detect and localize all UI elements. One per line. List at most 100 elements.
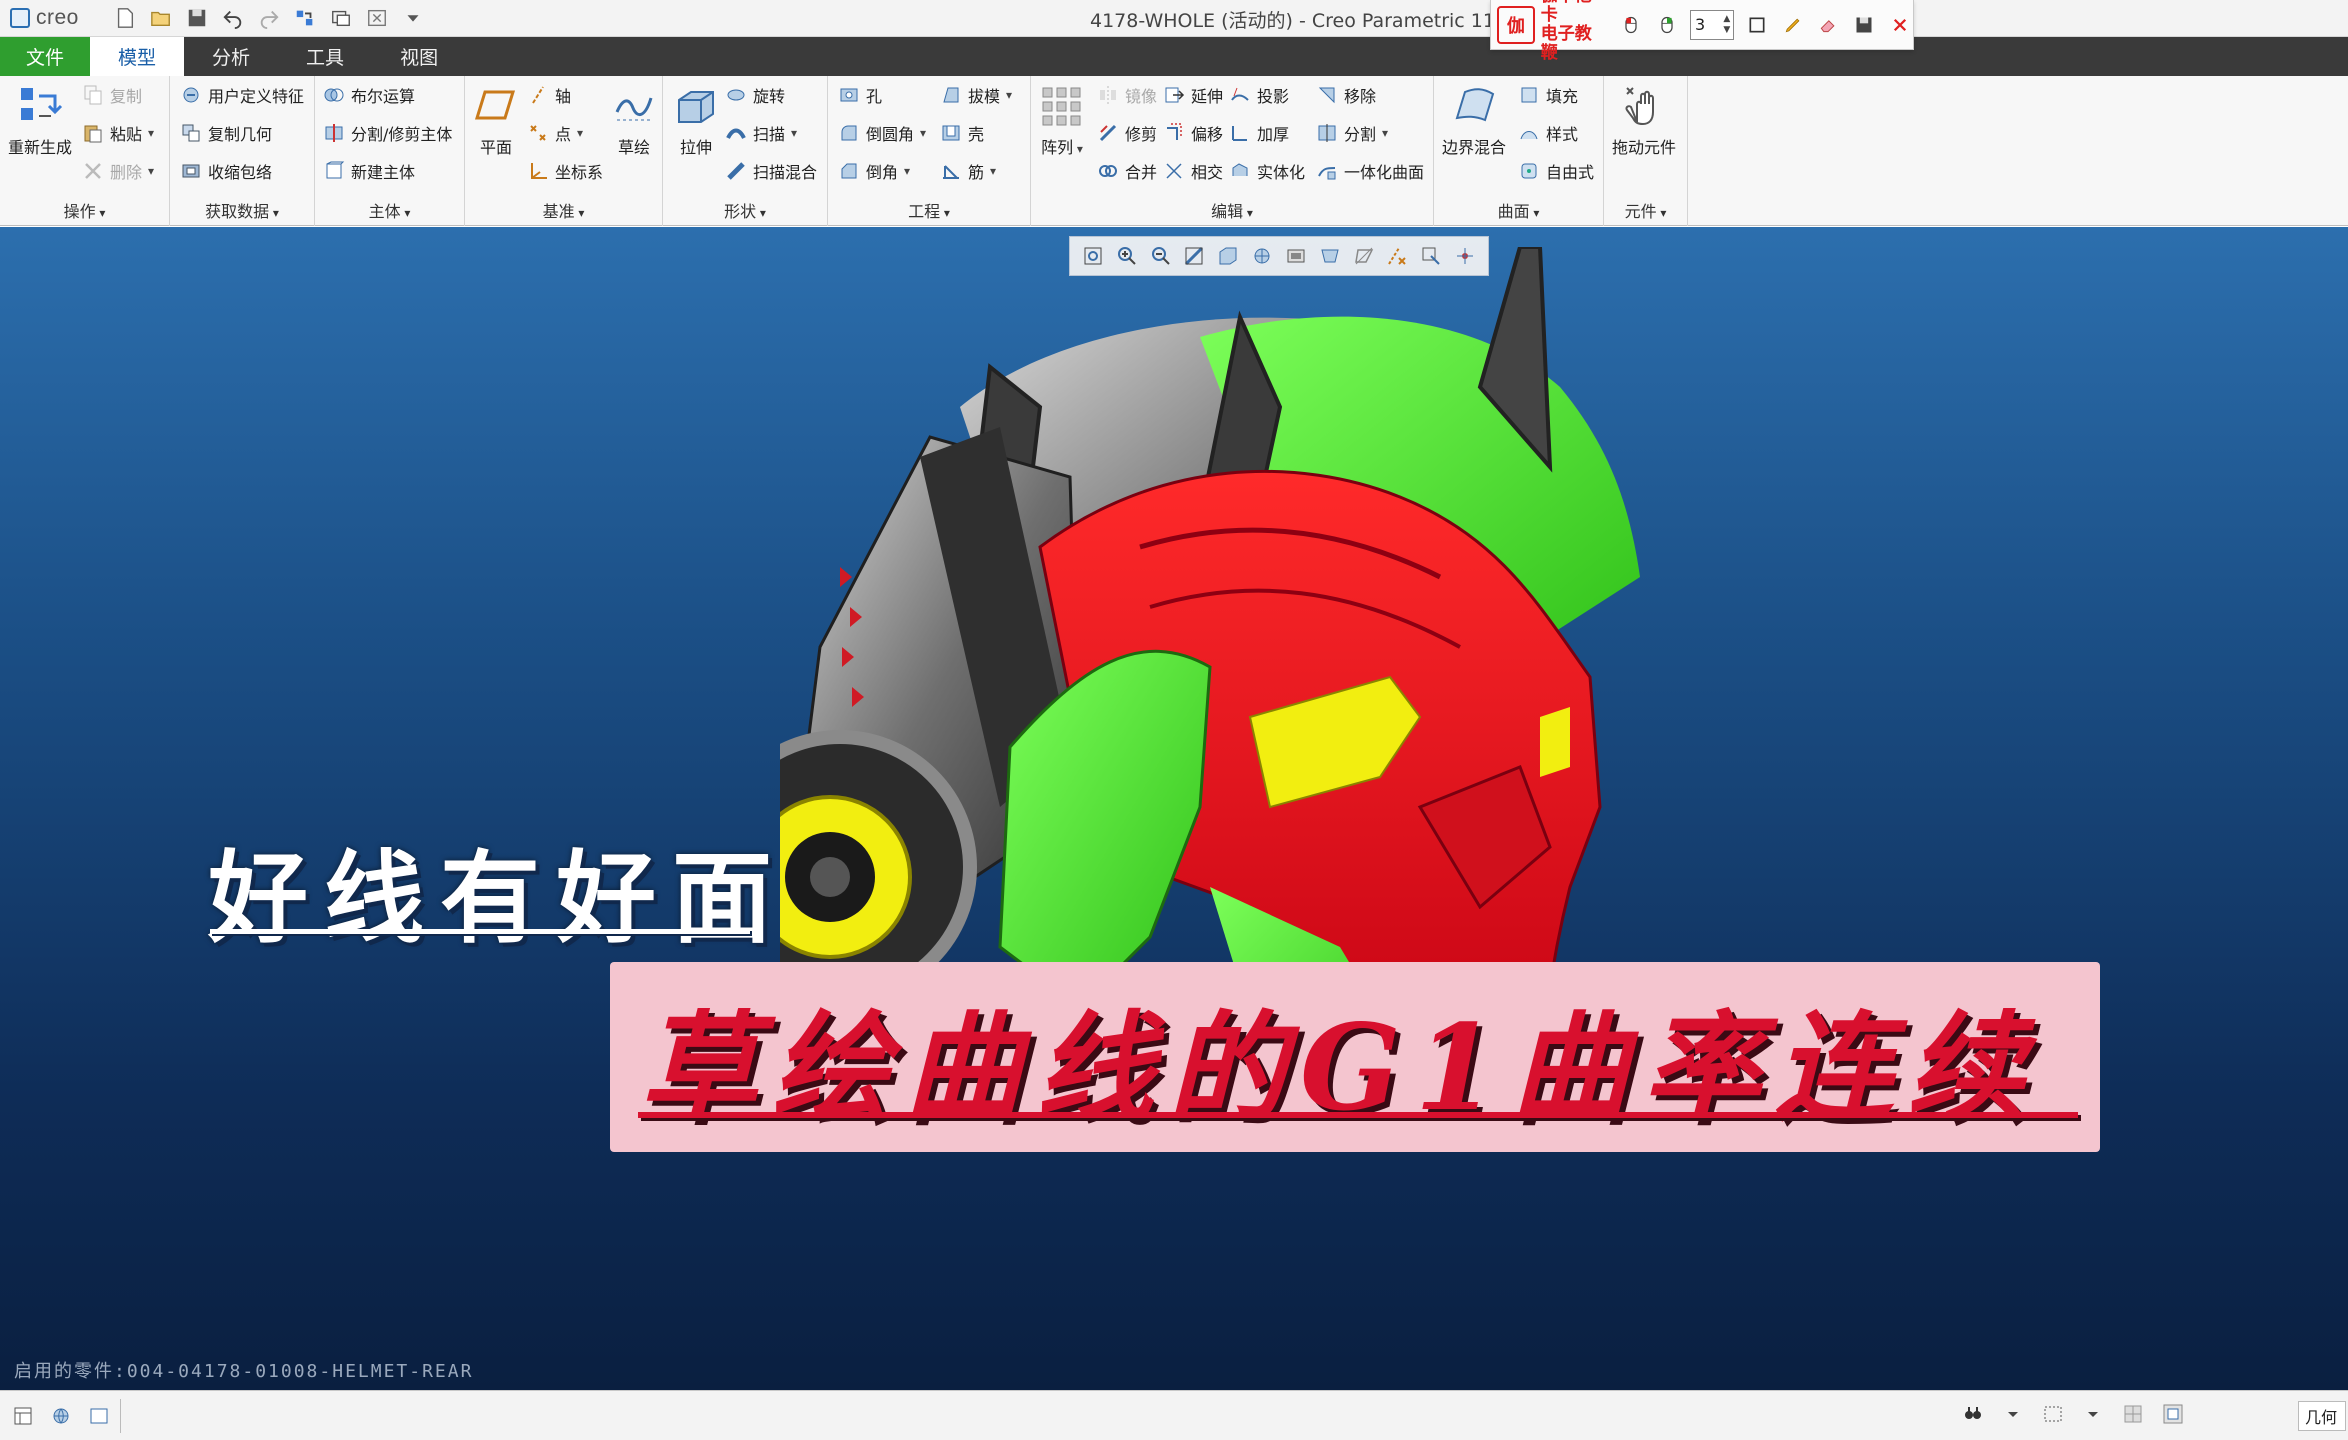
unify-surfaces-button[interactable]: 一体化曲面 [1316, 156, 1424, 186]
mirror-button[interactable]: 镜像 [1097, 80, 1157, 110]
extrude-button[interactable]: 拉伸 [673, 82, 719, 158]
split-button[interactable]: 分割 [1316, 118, 1388, 148]
group-label-components[interactable]: 元件 [1604, 198, 1687, 222]
rib-button[interactable]: 筋 [940, 156, 996, 186]
selection-grid-icon[interactable] [2120, 1401, 2146, 1427]
draft-button[interactable]: 拔模 [940, 80, 1012, 110]
round-button[interactable]: 倒圆角 [838, 118, 926, 148]
tab-view[interactable]: 视图 [372, 37, 466, 76]
shrinkwrap-button[interactable]: 收缩包络 [180, 156, 272, 186]
tab-model[interactable]: 模型 [90, 37, 185, 76]
customize-icon[interactable] [400, 5, 426, 31]
paste-button[interactable]: 粘贴 [82, 118, 154, 148]
mouse-left-icon[interactable] [1618, 12, 1644, 38]
stepper-arrows-icon[interactable]: ▲ ▼ [1721, 14, 1733, 36]
plane-display-icon[interactable] [1351, 243, 1377, 269]
csys-button[interactable]: 坐标系 [527, 156, 603, 186]
tab-analysis[interactable]: 分析 [184, 37, 278, 76]
tab-tools[interactable]: 工具 [278, 37, 372, 76]
display-style-icon[interactable] [1215, 243, 1241, 269]
open-icon[interactable] [148, 5, 174, 31]
trim-button[interactable]: 修剪 [1097, 118, 1157, 148]
revolve-button[interactable]: 旋转 [725, 80, 785, 110]
split-trim-body-button[interactable]: 分割/修剪主体 [323, 118, 452, 148]
group-label-datum[interactable]: 基准 [465, 198, 662, 222]
solidify-button[interactable]: 实体化 [1229, 156, 1305, 186]
graphics-window[interactable]: 好线有好面 草绘曲线的G1曲率连续 启用的零件:004-04178-01008-… [0, 227, 2348, 1390]
thicken-button[interactable]: 加厚 [1229, 118, 1289, 148]
browser-toggle-icon[interactable] [48, 1403, 74, 1429]
group-label-body[interactable]: 主体 [315, 198, 464, 222]
offset-button[interactable]: 偏移 [1163, 118, 1223, 148]
delete-button[interactable]: 删除 [82, 156, 154, 186]
group-label-editing[interactable]: 编辑 [1031, 198, 1433, 222]
selection-filter[interactable]: 几何 [2298, 1401, 2346, 1431]
new-icon[interactable] [112, 5, 138, 31]
chevron-down-icon[interactable] [2000, 1401, 2026, 1427]
hole-button[interactable]: 孔 [838, 80, 882, 110]
datum-display-icon[interactable] [1384, 243, 1410, 269]
zoom-out-icon[interactable] [1148, 243, 1174, 269]
udf-button[interactable]: 用户定义特征 [180, 80, 304, 110]
merge-button[interactable]: 合并 [1097, 156, 1157, 186]
shell-button[interactable]: 壳 [940, 118, 984, 148]
group-label-operations[interactable]: 操作 [0, 198, 169, 222]
box-select-icon[interactable] [2040, 1401, 2066, 1427]
extend-button[interactable]: 延伸 [1163, 80, 1223, 110]
chevron-down-icon[interactable] [2080, 1401, 2106, 1427]
plane-button[interactable]: 平面 [473, 82, 519, 158]
pen-width-stepper[interactable]: 3 ▲ ▼ [1690, 9, 1734, 40]
regenerate-button[interactable]: 重新生成 [8, 82, 72, 158]
regenerate-icon[interactable] [292, 5, 318, 31]
style-button[interactable]: 样式 [1518, 118, 1578, 148]
close-window-icon[interactable] [364, 5, 390, 31]
remove-button[interactable]: 移除 [1316, 80, 1376, 110]
project-button[interactable]: 投影 [1229, 80, 1289, 110]
mouse-right-icon[interactable] [1654, 12, 1680, 38]
fill-button[interactable]: 填充 [1518, 80, 1578, 110]
find-icon[interactable] [1960, 1401, 1986, 1427]
redo-icon[interactable] [256, 5, 282, 31]
intersect-button[interactable]: 相交 [1163, 156, 1223, 186]
repaint-icon[interactable] [1181, 243, 1207, 269]
regenerate-status-icon[interactable] [2160, 1401, 2186, 1427]
save-icon[interactable] [1851, 12, 1877, 38]
group-label-surfaces[interactable]: 曲面 [1434, 198, 1603, 222]
sketch-button[interactable]: 草绘 [611, 82, 657, 158]
tab-file[interactable]: 文件 [0, 37, 91, 76]
new-body-button[interactable]: 新建主体 [323, 156, 415, 186]
copy-geometry-button[interactable]: 复制几何 [180, 118, 272, 148]
save-icon[interactable] [184, 5, 210, 31]
boolean-button[interactable]: 布尔运算 [323, 80, 415, 110]
point-button[interactable]: 点 [527, 118, 583, 148]
boundary-blend-button[interactable]: 边界混合 [1442, 82, 1506, 158]
switch-window-icon[interactable] [328, 5, 354, 31]
refit-icon[interactable] [1080, 243, 1106, 269]
spin-center-icon[interactable] [1452, 243, 1478, 269]
swept-blend-button[interactable]: 扫描混合 [725, 156, 817, 186]
freestyle-button[interactable]: 自由式 [1518, 156, 1594, 186]
helmet-model[interactable] [703, 245, 1780, 1327]
saved-views-icon[interactable] [1249, 243, 1275, 269]
group-get-data: 用户定义特征 复制几何 收缩包络 获取数据 [170, 76, 315, 226]
copy-button[interactable]: 复制 [82, 80, 142, 110]
drag-components-button[interactable]: 拖动元件 [1612, 82, 1676, 158]
group-label-shapes[interactable]: 形状 [663, 198, 827, 222]
sweep-button[interactable]: 扫描 [725, 118, 797, 148]
chamfer-button[interactable]: 倒角 [838, 156, 910, 186]
undo-icon[interactable] [220, 5, 246, 31]
group-label-get-data[interactable]: 获取数据 [170, 198, 314, 222]
group-label-engineering[interactable]: 工程 [828, 198, 1030, 222]
model-tree-toggle-icon[interactable] [10, 1403, 36, 1429]
pattern-button[interactable]: 阵列 [1039, 82, 1085, 158]
annotation-display-icon[interactable] [1418, 243, 1444, 269]
full-screen-icon[interactable] [86, 1403, 112, 1429]
zoom-in-icon[interactable] [1114, 243, 1140, 269]
view-manager-icon[interactable] [1283, 243, 1309, 269]
axis-button[interactable]: 轴 [527, 80, 571, 110]
eraser-icon[interactable] [1815, 12, 1841, 38]
rectangle-icon[interactable] [1744, 12, 1770, 38]
pen-icon[interactable] [1780, 12, 1806, 38]
close-icon[interactable] [1887, 12, 1913, 38]
perspective-icon[interactable] [1317, 243, 1343, 269]
